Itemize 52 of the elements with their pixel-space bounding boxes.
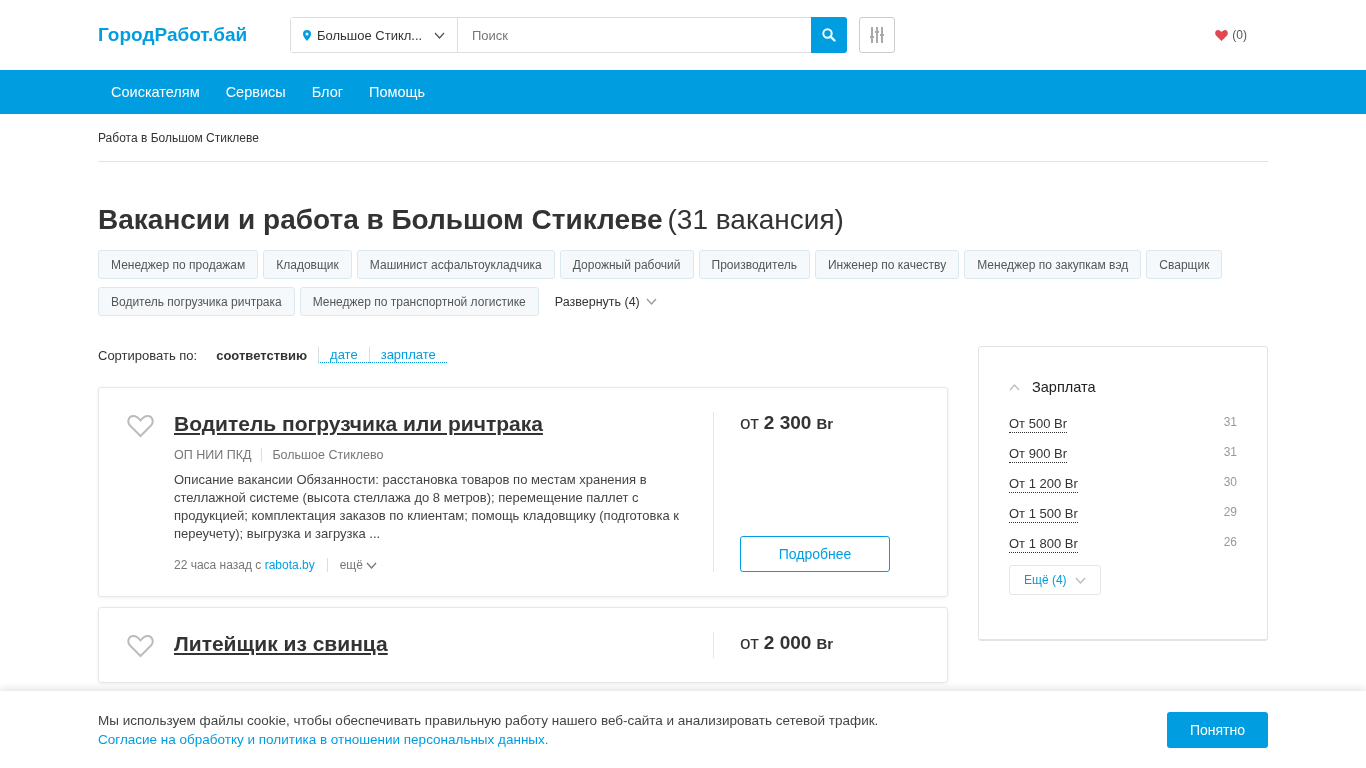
posted-info: 22 часа назад с rabota.by <box>174 558 328 572</box>
job-tag[interactable]: Производитель <box>698 250 810 279</box>
filter-title[interactable]: Зарплата <box>1032 379 1096 395</box>
job-tag[interactable]: Сварщик <box>1146 250 1223 279</box>
salary-option[interactable]: От 1 800 Br <box>1009 535 1078 553</box>
job-tag[interactable]: Менеджер по закупкам вэд <box>964 250 1142 279</box>
company-name: ОП НИИ ПКД <box>174 448 253 462</box>
location-pin-icon <box>303 29 311 41</box>
more-link[interactable]: ещё <box>327 558 377 572</box>
favorites-link[interactable]: (0) <box>1215 28 1247 42</box>
expand-tags-link[interactable]: Развернуть (4) <box>543 287 657 316</box>
filters-button[interactable] <box>859 17 895 53</box>
location-select[interactable]: Большое Стикл... <box>291 18 458 52</box>
cookie-text: Мы используем файлы cookie, чтобы обеспечивать правильную работу нашего веб-сайта и анализировать сетевой трафик. Согласие на обработку и политика в отношении персональных данных. <box>98 711 879 749</box>
chevron-down-icon <box>365 561 377 569</box>
vacancy-count: (31 вакансия) <box>667 204 844 236</box>
job-tag[interactable]: Машинист асфальтоукладчика <box>356 250 555 279</box>
sort-label: Сортировать по: <box>98 347 198 363</box>
option-count: 31 <box>1223 445 1237 461</box>
salary: от 2 300 Br <box>740 412 835 434</box>
vacancy-description: Описание вакансии Обязанности: расстановка товаров по местам хранения в стеллажной системе (высота стеллажа до 8 метров); перемещение паллет с продукцией; комплектация заказов по клиентам; помощь кладовщику (подготовка к переучету); выгрузка и загрузка ... <box>174 471 680 543</box>
vacancy-title[interactable]: Литейщик из свинца <box>174 632 388 655</box>
search-icon <box>822 28 836 42</box>
heart-icon <box>1215 29 1229 41</box>
job-tag[interactable]: Инженер по качеству <box>814 250 960 279</box>
city-name: Большое Стиклево <box>261 448 394 462</box>
heart-icon[interactable] <box>127 634 154 658</box>
salary-option[interactable]: От 1 500 Br <box>1009 505 1078 523</box>
sliders-icon <box>870 27 884 43</box>
job-tag[interactable]: Водитель погрузчика ричтрака <box>98 287 295 316</box>
search-button[interactable] <box>811 17 847 53</box>
salary-option[interactable]: От 900 Br <box>1009 445 1067 463</box>
heart-icon[interactable] <box>127 414 154 438</box>
option-count: 26 <box>1223 535 1237 551</box>
job-tag[interactable]: Менеджер по транспортной логистике <box>299 287 539 316</box>
salary: от 2 000 Br <box>740 632 835 654</box>
job-tag[interactable]: Менеджер по продажам <box>98 250 259 279</box>
job-tag[interactable]: Дорожный рабочий <box>559 250 694 279</box>
job-tag[interactable]: Кладовщик <box>263 250 352 279</box>
chevron-down-icon <box>1074 576 1086 584</box>
option-count: 31 <box>1223 415 1237 431</box>
breadcrumb[interactable]: Работа в Большом Стиклеве <box>98 130 259 145</box>
vacancy-title[interactable]: Водитель погрузчика или ричтрака <box>174 412 543 435</box>
option-count: 30 <box>1223 475 1237 491</box>
search-field[interactable]: Большое Стикл... Поиск <box>290 17 847 53</box>
chevron-down-icon <box>434 31 445 39</box>
option-count: 29 <box>1223 505 1237 521</box>
chevron-down-icon <box>645 298 657 305</box>
page-title: Вакансии и работа в Большом Стиклеве <box>98 204 663 236</box>
sort-option[interactable]: соответствию <box>205 347 319 363</box>
salary-option[interactable]: От 1 200 Br <box>1009 475 1078 493</box>
salary-option[interactable]: От 500 Br <box>1009 415 1067 433</box>
